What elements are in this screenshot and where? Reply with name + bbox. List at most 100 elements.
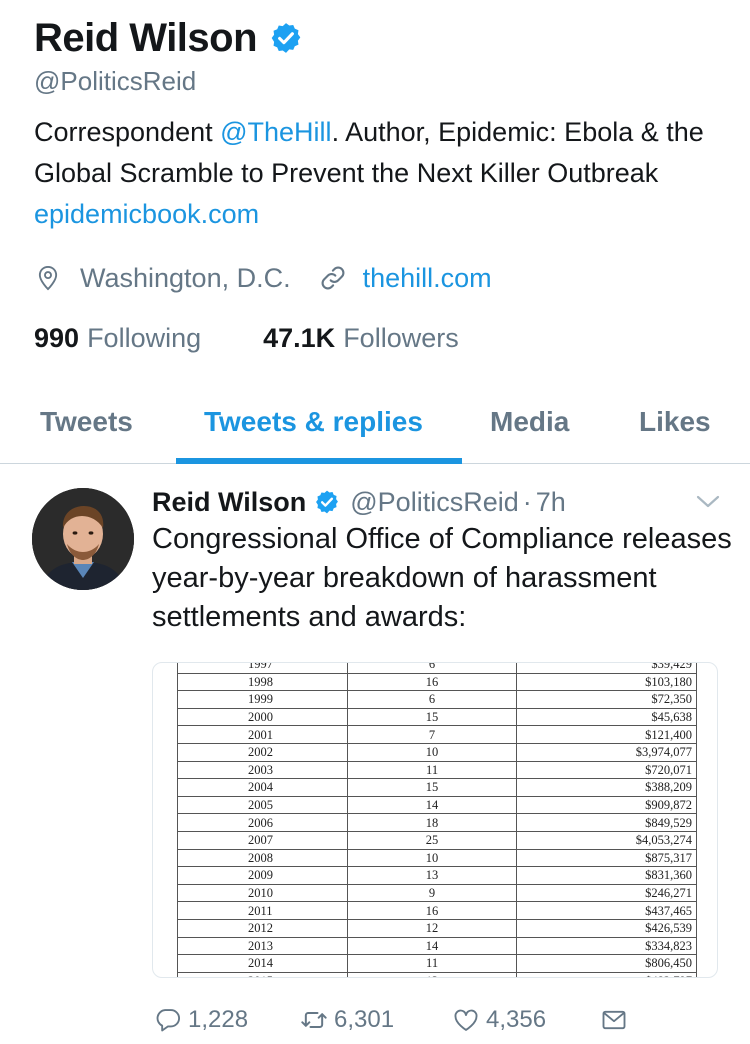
like-count: 4,356 — [486, 1006, 547, 1033]
table-cell-count: 11 — [346, 760, 518, 780]
tweet-timestamp[interactable]: 7h — [536, 487, 566, 518]
location-pin-icon — [38, 265, 58, 291]
table-cell-count: 13 — [346, 866, 518, 885]
table-cell-year: 2008 — [177, 848, 348, 868]
table-cell-year: 1998 — [177, 672, 348, 692]
bio-website-link[interactable]: epidemicbook.com — [34, 199, 259, 229]
table-cell-amount: $482,797 — [516, 971, 697, 977]
table-row: 2011 16 $437,465 — [177, 901, 697, 920]
table-cell-count: 18 — [346, 813, 518, 832]
table-cell-amount: $437,465 — [516, 901, 697, 920]
table-cell-amount: $720,071 — [516, 760, 697, 780]
profile-counts: 990 Following 47.1K Followers — [34, 318, 459, 358]
document-scan: 1997 6 $39,429 1998 16 $103,180 1999 6 $72,350 20… — [177, 663, 697, 977]
profile-name: Reid Wilson — [34, 15, 258, 60]
following-count[interactable]: 990 — [34, 323, 79, 354]
tab-tweets-and-replies[interactable]: Tweets & replies — [204, 380, 423, 464]
table-row: 201513$482,797 — [177, 971, 697, 977]
table-row: 1998 16 $103,180 — [177, 672, 697, 692]
table-cell-year: 1997 — [177, 663, 348, 674]
table-row: 1997 6 $39,429 — [177, 663, 697, 674]
table-cell-count: 11 — [346, 954, 518, 973]
table-row: 2000 15 $45,638 — [177, 707, 697, 727]
table-row: 2010 9 $246,271 — [177, 883, 697, 903]
table-row: 2008 10 $875,317 — [177, 848, 697, 868]
table-cell-year: 1999 — [177, 690, 348, 709]
table-cell-amount: $334,823 — [516, 936, 697, 956]
table-cell-year: 2009 — [177, 866, 348, 885]
tab-likes[interactable]: Likes — [639, 380, 711, 464]
tweet-header: Reid Wilson @PoliticsReid · 7h — [152, 482, 566, 522]
table-cell-count: 16 — [346, 672, 518, 692]
followers-count[interactable]: 47.1K — [263, 323, 335, 354]
retweet-icon — [301, 1012, 327, 1028]
table-row: 2003 11 $720,071 — [177, 760, 697, 780]
followers-label[interactable]: Followers — [343, 323, 459, 354]
direct-message-button[interactable] — [600, 1000, 628, 1040]
verified-badge-icon — [316, 490, 339, 514]
table-cell-amount: $806,450 — [516, 954, 697, 973]
table-cell-count: 6 — [346, 663, 518, 674]
reply-button[interactable]: 1,228 — [154, 1000, 248, 1040]
table-cell-amount: $426,539 — [516, 918, 697, 938]
settlements-table: 1997 6 $39,429 1998 16 $103,180 1999 6 $72,350 20… — [177, 663, 697, 977]
chevron-down-icon[interactable] — [694, 492, 722, 512]
table-cell-year: 2002 — [177, 742, 348, 762]
heart-icon — [454, 1009, 478, 1031]
table-cell-year: 2004 — [177, 778, 348, 797]
avatar[interactable] — [32, 488, 134, 590]
retweet-count: 6,301 — [334, 1006, 395, 1033]
table-cell-amount: $875,317 — [516, 848, 697, 868]
retweet-button[interactable]: 6,301 — [300, 1000, 394, 1040]
table-cell-year: 2006 — [177, 813, 348, 832]
table-cell-count: 10 — [346, 848, 518, 868]
tweet-text: Congressional Office of Compliance relea… — [152, 523, 732, 633]
table-row: 2014 11 $806,450 — [177, 954, 697, 973]
following-label[interactable]: Following — [87, 323, 201, 354]
table-row: 2001 7 $121,400 — [177, 725, 697, 744]
table-cell-count: 9 — [346, 883, 518, 903]
tweet-media-image[interactable]: 1997 6 $39,429 1998 16 $103,180 1999 6 $72,350 20… — [152, 662, 718, 978]
profile-bio: Correspondent @TheHill. Author, Epidemic… — [34, 112, 734, 235]
tab-tweets[interactable]: Tweets — [40, 380, 133, 464]
tweet-author-name[interactable]: Reid Wilson — [152, 487, 306, 518]
profile-website-link[interactable]: thehill.com — [363, 263, 492, 294]
table-row: 2012 12 $426,539 — [177, 918, 697, 938]
table-cell-count: 14 — [346, 936, 518, 956]
table-cell-count: 15 — [346, 778, 518, 797]
tweet[interactable]: Reid Wilson @PoliticsReid · 7h Congressi… — [0, 466, 750, 1044]
table-cell-amount: $909,872 — [516, 795, 697, 815]
profile-handle: @PoliticsReid — [34, 66, 197, 96]
reply-count: 1,228 — [188, 1006, 249, 1033]
profile-meta: Washington, D.C. thehill.com — [34, 258, 492, 298]
table-cell-count: 25 — [346, 830, 518, 850]
table-row: 2002 10 $3,974,077 — [177, 742, 697, 762]
table-cell-year: 2010 — [177, 883, 348, 903]
avatar-photo — [32, 488, 134, 590]
profile-tabs: Tweets Tweets & replies Media Likes — [0, 380, 750, 464]
table-cell-count: 6 — [346, 690, 518, 709]
bio-mention-link[interactable]: @TheHill — [220, 117, 331, 147]
tab-media[interactable]: Media — [490, 380, 569, 464]
like-button[interactable]: 4,356 — [452, 1000, 546, 1040]
tweet-author-handle[interactable]: @PoliticsReid — [350, 487, 518, 518]
table-cell-amount: $39,429 — [516, 663, 697, 674]
table-cell-amount: $3,974,077 — [516, 742, 697, 762]
table-cell-count: 13 — [346, 971, 518, 977]
table-cell-year: 2011 — [177, 901, 348, 920]
table-cell-amount: $45,638 — [516, 707, 697, 727]
active-tab-indicator — [176, 458, 462, 464]
table-cell-amount: $72,350 — [516, 690, 697, 709]
table-cell-count: 16 — [346, 901, 518, 920]
link-icon — [321, 266, 345, 290]
table-row: 1999 6 $72,350 — [177, 690, 697, 709]
table-cell-year: 2001 — [177, 725, 348, 744]
table-cell-count: 7 — [346, 725, 518, 744]
profile-name-row: Reid Wilson — [34, 14, 303, 62]
table-cell-year: 2012 — [177, 918, 348, 938]
envelope-icon — [602, 1010, 626, 1030]
table-cell-count: 15 — [346, 707, 518, 727]
bio-text-prefix: Correspondent — [34, 117, 221, 147]
table-row: 2005 14 $909,872 — [177, 795, 697, 815]
reply-icon — [156, 1009, 180, 1032]
